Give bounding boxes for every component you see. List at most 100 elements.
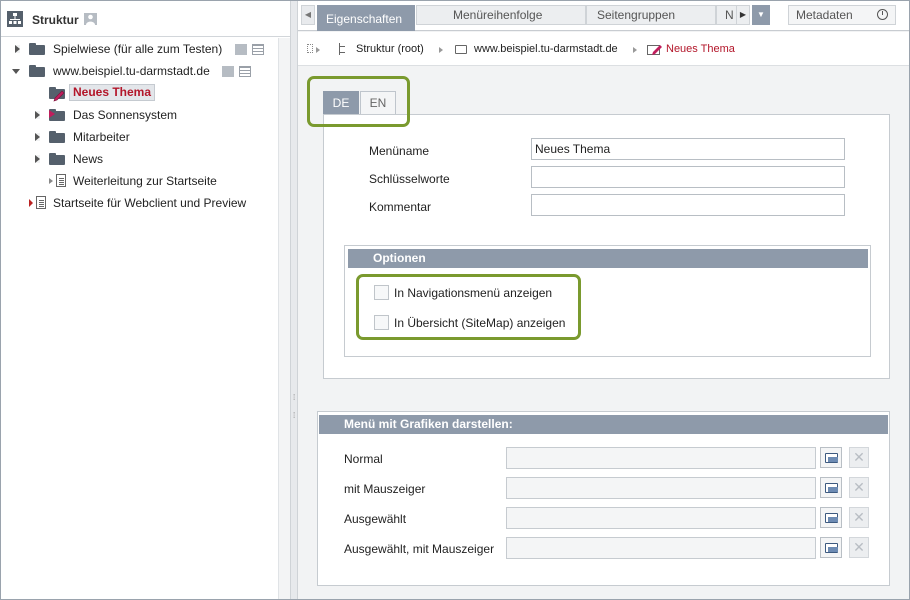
structure-icon [7,11,23,27]
graphic-selected-hover-delete-button[interactable]: ✕ [849,537,869,558]
graphic-selected-open-button[interactable] [820,507,842,528]
sitemap-checkbox[interactable] [374,315,389,330]
options-panel: Optionen In Navigationsmenü anzeigen In … [344,245,871,357]
expand-arrow-icon[interactable] [15,45,20,53]
tree-item-beispiel[interactable]: www.beispiel.tu-darmstadt.de [1,61,278,81]
folder-icon [29,65,45,77]
keywords-label: Schlüsselworte [369,172,450,186]
small-arrow-icon [49,178,53,184]
tree-item-label: Startseite für Webclient und Preview [53,196,247,210]
properties-panel: ◀ Eigenschaften Menüreihenfolge Seitengr… [298,1,909,599]
expand-arrow-icon[interactable] [35,133,40,141]
nav-menu-checkbox[interactable] [374,285,389,300]
folder-icon [29,43,45,55]
lang-tab-en[interactable]: EN [360,91,396,115]
graphic-selected-delete-button[interactable]: ✕ [849,507,869,528]
breadcrumb-separator-icon [439,47,443,53]
nav-menu-label: In Navigationsmenü anzeigen [394,286,553,300]
user-icon [84,13,97,25]
graphic-normal-open-button[interactable] [820,447,842,468]
edit-pencil-icon [53,90,65,102]
page-icon [56,174,66,187]
lang-tab-de[interactable]: DE [323,91,359,115]
graphic-selected-hover-input[interactable] [506,537,816,559]
user-icon [222,66,234,77]
graphic-normal-input[interactable] [506,447,816,469]
tree-item-neues-thema[interactable]: Neues Thema [1,83,278,103]
tree-item-startseite[interactable]: Startseite für Webclient und Preview [1,193,278,213]
user-icon [235,44,247,55]
graphic-hover-input[interactable] [506,477,816,499]
folder-icon [49,153,65,165]
open-folder-icon [825,513,838,523]
tab-overflow-dropdown-button[interactable]: ▼ [752,5,770,25]
graphic-hover-label: mit Mauszeiger [344,482,426,496]
metadata-label: Metadaten [796,8,853,22]
keywords-input[interactable] [531,166,845,188]
tree-item-label: www.beispiel.tu-darmstadt.de [53,64,210,78]
tree-scrollbar[interactable] [278,38,290,599]
tab-scroll-left-button[interactable]: ◀ [301,5,315,25]
metadata-tab[interactable]: Metadaten [788,5,896,25]
graphics-panel: Menü mit Grafiken darstellen: Normal ✕ m… [317,411,890,586]
breadcrumb-item-current[interactable]: Neues Thema [666,43,735,55]
tree-item-news[interactable]: News [1,149,278,169]
expand-arrow-icon[interactable] [35,155,40,163]
open-folder-icon [825,543,838,553]
structure-header: Struktur [1,1,290,37]
graphic-selected-hover-open-button[interactable] [820,537,842,558]
tab-menuereihenfolge[interactable]: Menüreihenfolge [416,5,586,25]
graphic-normal-delete-button[interactable]: ✕ [849,447,869,468]
tab-eigenschaften[interactable]: Eigenschaften [317,5,415,31]
splitter-grip-icon: ⁞ ⁞ [293,393,296,420]
folder-icon [49,131,65,143]
tree-item-spielwiese[interactable]: Spielwiese (für alle zum Testen) [1,39,278,59]
open-folder-icon [825,483,838,493]
options-title: Optionen [348,249,868,268]
graphic-selected-input[interactable] [506,507,816,529]
graphic-normal-label: Normal [344,452,383,466]
panel-splitter[interactable]: ⁞ ⁞ [290,1,298,599]
structure-title: Struktur [32,13,79,27]
breadcrumb-separator-icon [633,47,637,53]
menuname-label: Menüname [369,144,430,158]
tree-item-label: News [73,152,104,166]
open-folder-icon [825,453,838,463]
tree-item-mitarbeiter[interactable]: Mitarbeiter [1,127,278,147]
tree-item-label: Spielwiese (für alle zum Testen) [53,42,223,56]
properties-form-panel: Menüname Schlüsselworte Kommentar Option… [323,114,890,379]
structure-icon [339,43,349,55]
tab-bar: ◀ Eigenschaften Menüreihenfolge Seitengr… [298,1,909,31]
link-marker-icon [49,110,55,118]
breadcrumb-separator-icon [316,47,320,53]
graphic-selected-label: Ausgewählt [344,512,407,526]
graphic-hover-open-button[interactable] [820,477,842,498]
menuname-input[interactable] [531,138,845,160]
sitemap-label: In Übersicht (SiteMap) anzeigen [394,316,566,330]
small-arrow-icon [29,199,33,207]
comment-input[interactable] [531,194,845,216]
edit-folder-icon [647,45,662,55]
collapse-arrow-icon[interactable] [12,69,20,74]
tab-scroll-right-button[interactable]: ▶ [736,5,750,25]
tree-item-weiterleitung[interactable]: Weiterleitung zur Startseite [1,171,278,191]
root-icon [307,44,313,53]
tree-item-label: Mitarbeiter [73,130,130,144]
graphic-selected-hover-label: Ausgewählt, mit Mauszeiger [344,542,495,556]
comment-label: Kommentar [369,200,432,214]
expand-arrow-icon[interactable] [35,111,40,119]
graphics-title: Menü mit Grafiken darstellen: [319,415,888,434]
tree-item-label: Weiterleitung zur Startseite [73,174,217,188]
tree-item-label-selected: Neues Thema [69,84,156,101]
folder-outline-icon [455,45,467,54]
list-icon [252,44,264,55]
clock-icon [877,9,888,20]
list-icon [239,66,251,77]
breadcrumb-item-root[interactable]: Struktur (root) [356,43,424,55]
graphic-hover-delete-button[interactable]: ✕ [849,477,869,498]
tree-item-label: Das Sonnensystem [73,108,178,122]
breadcrumb-item-site[interactable]: www.beispiel.tu-darmstadt.de [474,43,618,55]
breadcrumb: Struktur (root) www.beispiel.tu-darmstad… [298,32,909,66]
tree-item-sonnensystem[interactable]: Das Sonnensystem [1,105,278,125]
tab-seitengruppen[interactable]: Seitengruppen [586,5,716,25]
